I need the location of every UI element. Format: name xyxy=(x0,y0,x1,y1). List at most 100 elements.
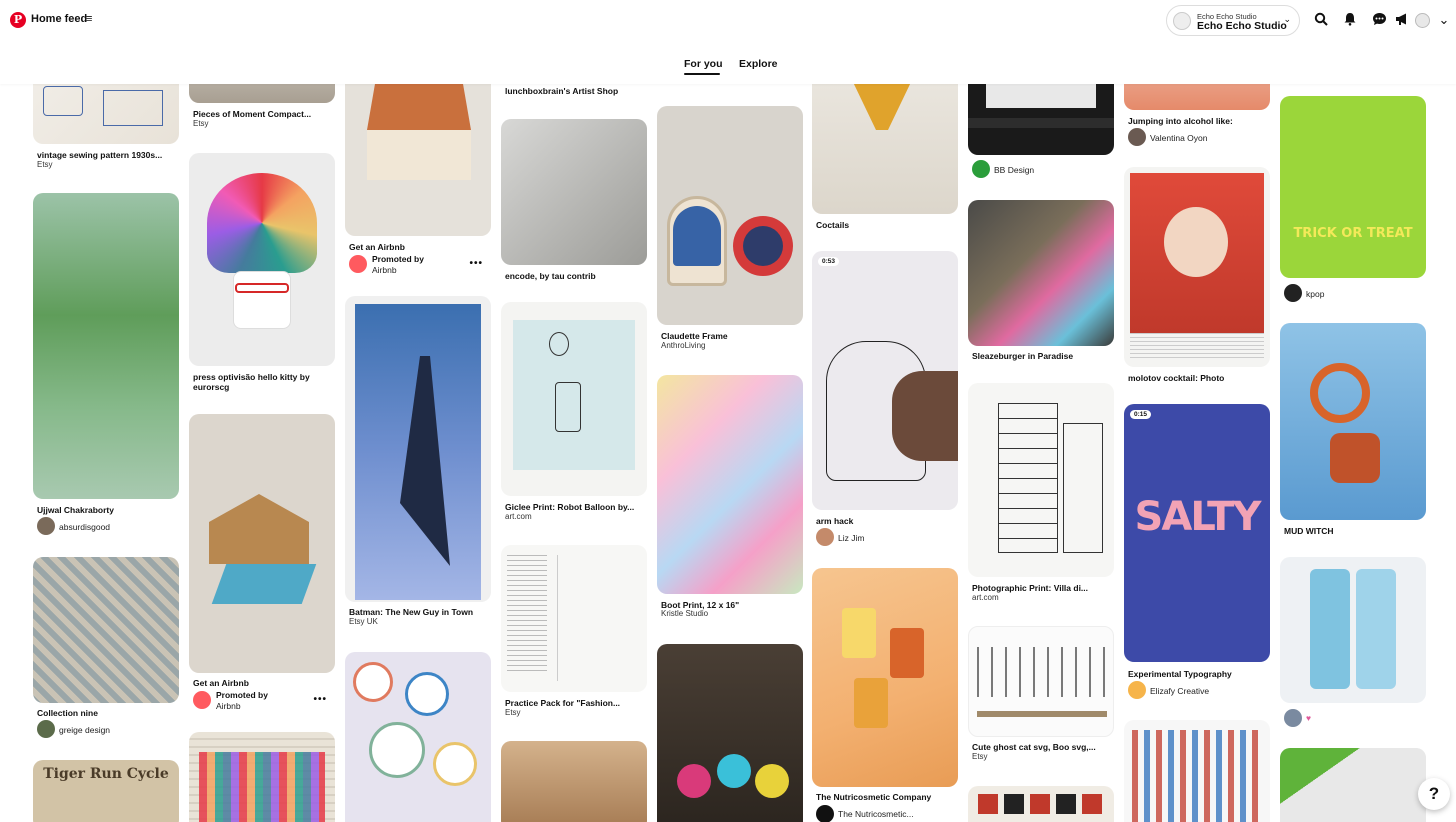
tab-for-you[interactable]: For you xyxy=(684,58,723,70)
avatar[interactable] xyxy=(37,720,55,738)
pin-image-figures[interactable] xyxy=(1124,720,1270,822)
pin-title[interactable]: Sleazeburger in Paradise xyxy=(972,351,1112,361)
pin-image-salty-typography[interactable]: 0:15 SALTY xyxy=(1124,404,1270,662)
avatar[interactable] xyxy=(1284,284,1302,302)
airbnb-logo-icon[interactable] xyxy=(193,691,211,709)
pin-image-molotov-cocktail[interactable] xyxy=(1124,167,1270,367)
pin-title[interactable]: encode, by tau contrib xyxy=(505,271,645,281)
pin-source[interactable]: Etsy xyxy=(505,708,521,717)
pin-title[interactable]: Cute ghost cat svg, Boo svg,... xyxy=(972,742,1112,752)
pin-title[interactable]: Experimental Typography xyxy=(1128,669,1268,679)
pin-image-plates[interactable] xyxy=(345,652,491,822)
promoter-name[interactable]: Airbnb xyxy=(372,265,397,275)
pin-image-green-book[interactable] xyxy=(1280,748,1426,822)
pin-source[interactable]: Etsy xyxy=(972,752,988,761)
promoted-label: Promoted by xyxy=(216,690,268,700)
pin-title-line-2[interactable]: eurorscg xyxy=(193,382,333,392)
pin-image-markers[interactable] xyxy=(189,732,335,822)
promoter-name[interactable]: Airbnb xyxy=(216,701,241,711)
pin-title[interactable]: MUD WITCH xyxy=(1284,526,1424,536)
airbnb-logo-icon[interactable] xyxy=(349,255,367,273)
pin-title[interactable]: The Nutricosmetic Company xyxy=(816,792,956,802)
search-icon[interactable] xyxy=(1313,12,1329,28)
pin-image-batman[interactable] xyxy=(345,296,491,602)
home-feed-label[interactable]: Home feed xyxy=(31,13,87,25)
avatar[interactable] xyxy=(1128,681,1146,699)
pin-image-laptop[interactable] xyxy=(501,741,647,822)
pin-image-airbnb-pool-house[interactable] xyxy=(189,414,335,673)
pin-title[interactable]: arm hack xyxy=(816,516,956,526)
pin-user-name[interactable]: greige design xyxy=(59,725,110,735)
pin-source[interactable]: Kristle Studio xyxy=(661,609,708,618)
more-options-icon[interactable]: ••• xyxy=(469,258,483,269)
pin-title[interactable]: Coctails xyxy=(816,220,956,230)
pinterest-logo-icon[interactable]: P xyxy=(10,12,26,28)
avatar[interactable] xyxy=(37,517,55,535)
chevron-down-icon[interactable]: ⌄ xyxy=(1436,12,1452,28)
profile-avatar-icon[interactable] xyxy=(1415,12,1431,28)
pin-image-tile-collection[interactable] xyxy=(33,557,179,703)
megaphone-icon[interactable] xyxy=(1394,12,1410,28)
pin-source[interactable]: art.com xyxy=(505,512,532,521)
pin-title[interactable]: press optivisão hello kitty by xyxy=(193,372,333,382)
avatar[interactable] xyxy=(1284,709,1302,727)
feed-column-1: vintage sewing pattern 1930s... Etsy Ujj… xyxy=(33,0,179,822)
avatar[interactable] xyxy=(1128,128,1146,146)
pin-image-fashion-practice[interactable] xyxy=(501,545,647,692)
pin-image-villa-sketch[interactable] xyxy=(968,383,1114,577)
pin-title[interactable]: molotov cocktail: Photo xyxy=(1128,373,1268,383)
pin-user-name[interactable]: BB Design xyxy=(994,165,1034,175)
pin-title[interactable]: Jumping into alcohol like: xyxy=(1128,116,1268,126)
messages-icon[interactable] xyxy=(1371,12,1387,28)
pin-image-robot-balloon[interactable] xyxy=(501,302,647,496)
pin-image-kpop-trick-or-treat[interactable]: TRICK OR TREAT xyxy=(1280,96,1426,278)
pin-image-helmets[interactable] xyxy=(968,786,1114,822)
pin-source[interactable]: Etsy xyxy=(37,160,53,169)
pin-source[interactable]: Etsy xyxy=(193,119,209,128)
pin-title[interactable]: Batman: The New Guy in Town xyxy=(349,607,489,617)
pin-user-name[interactable]: The Nutricosmetic... xyxy=(838,809,914,819)
pin-image-sleazeburger[interactable] xyxy=(968,200,1114,346)
pin-title[interactable]: Collection nine xyxy=(37,708,177,718)
pin-title[interactable]: Photographic Print: Villa di... xyxy=(972,583,1112,593)
pin-user-name[interactable]: ♥ xyxy=(1306,713,1311,723)
pin-source[interactable]: art.com xyxy=(972,593,999,602)
pin-source[interactable]: AnthroLiving xyxy=(661,341,705,350)
notifications-bell-icon[interactable] xyxy=(1342,12,1358,28)
pin-image-claudette-frame[interactable] xyxy=(657,106,803,325)
pin-image-shampoo-bottles[interactable] xyxy=(1280,557,1426,703)
pin-title[interactable]: Get an Airbnb xyxy=(193,678,333,688)
pin-image-ghost-cat-svg[interactable] xyxy=(968,626,1114,737)
pin-title[interactable]: Get an Airbnb xyxy=(349,242,489,252)
help-button[interactable]: ? xyxy=(1418,778,1450,810)
avatar[interactable] xyxy=(816,528,834,546)
avatar[interactable] xyxy=(816,805,834,822)
pin-image-lollipops[interactable] xyxy=(657,644,803,822)
pin-title[interactable]: lunchboxbrain's Artist Shop xyxy=(505,86,645,96)
pin-image-boot-print[interactable] xyxy=(657,375,803,594)
pin-user-name[interactable]: Valentina Oyon xyxy=(1150,133,1208,143)
pin-title[interactable]: Practice Pack for "Fashion... xyxy=(505,698,645,708)
pin-image-hello-kitty-pencils[interactable] xyxy=(189,153,335,366)
pin-title[interactable]: vintage sewing pattern 1930s... xyxy=(37,150,177,160)
pin-user-name[interactable]: Elizafy Creative xyxy=(1150,686,1209,696)
pin-source[interactable]: Etsy UK xyxy=(349,617,378,626)
account-switcher[interactable]: Echo Echo Studio Echo Echo Studio ⌄ xyxy=(1166,5,1300,36)
pin-user-name[interactable]: kpop xyxy=(1306,289,1324,299)
pin-image-tiger-run-cycle[interactable]: Tiger Run Cycle xyxy=(33,760,179,822)
pin-user-name[interactable]: absurdisgood xyxy=(59,522,110,532)
pin-image-mud-witch[interactable] xyxy=(1280,323,1426,520)
pin-image-nutricosmetic[interactable] xyxy=(812,568,958,787)
menu-icon[interactable]: ≡ xyxy=(86,13,92,25)
pin-title[interactable]: Giclee Print: Robot Balloon by... xyxy=(505,502,645,512)
pin-title[interactable]: Claudette Frame xyxy=(661,331,801,341)
pin-image-encode[interactable] xyxy=(501,119,647,265)
pin-user-name[interactable]: Liz Jim xyxy=(838,533,864,543)
avatar[interactable] xyxy=(972,160,990,178)
pin-title[interactable]: Ujjwal Chakraborty xyxy=(37,505,177,515)
pin-image-frosted-glass[interactable] xyxy=(33,193,179,499)
tab-explore[interactable]: Explore xyxy=(739,58,778,70)
pin-image-arm-hack-video[interactable]: 0:53 xyxy=(812,251,958,510)
pin-title[interactable]: Pieces of Moment Compact... xyxy=(193,109,333,119)
more-options-icon[interactable]: ••• xyxy=(313,694,327,705)
